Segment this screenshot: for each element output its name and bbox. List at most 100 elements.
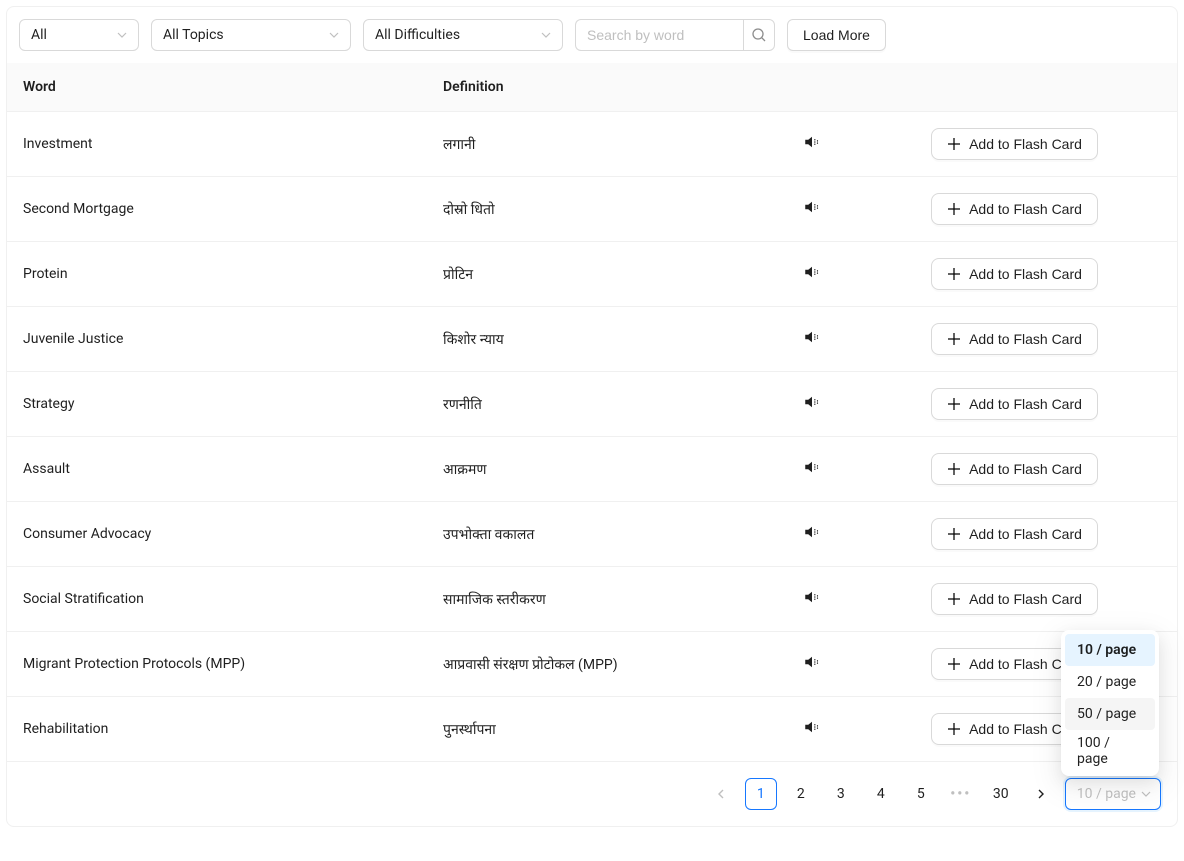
- cell-definition: किशोर न्याय: [427, 307, 772, 372]
- speaker-icon[interactable]: [803, 653, 821, 671]
- cell-definition: प्रोटिन: [427, 242, 772, 307]
- cell-definition: लगानी: [427, 112, 772, 177]
- filter-topic-value: All Topics: [163, 27, 224, 43]
- add-flashcard-label: Add to Flash Card: [969, 396, 1082, 412]
- add-flashcard-label: Add to Flash Card: [969, 461, 1082, 477]
- pagination-page[interactable]: 1: [745, 778, 777, 810]
- chevron-down-icon: [328, 29, 340, 41]
- speaker-icon[interactable]: [803, 588, 821, 606]
- speaker-icon[interactable]: [803, 523, 821, 541]
- page-size-value: 10 / page: [1077, 786, 1136, 802]
- table-row: Proteinप्रोटिन Add to Flash Card: [7, 242, 1177, 307]
- pagination-next[interactable]: [1025, 778, 1057, 810]
- search-icon: [751, 27, 767, 43]
- plus-icon: [947, 592, 961, 606]
- chevron-left-icon: [715, 788, 727, 800]
- add-flashcard-button[interactable]: Add to Flash Card: [931, 258, 1098, 290]
- chevron-down-icon: [1140, 788, 1152, 800]
- cell-word: Protein: [7, 242, 427, 307]
- filter-difficulty-select[interactable]: All Difficulties: [363, 19, 563, 51]
- page-size-option[interactable]: 50 / page: [1065, 698, 1155, 730]
- cell-definition: दोस्रो धितो: [427, 177, 772, 242]
- speaker-icon[interactable]: [803, 458, 821, 476]
- table-row: Second Mortgageदोस्रो धितो Add to Flash C…: [7, 177, 1177, 242]
- table-row: Rehabilitationपुनर्स्थापनाAdd to Flash C…: [7, 697, 1177, 762]
- pagination-page[interactable]: 3: [825, 778, 857, 810]
- speaker-icon[interactable]: [803, 718, 821, 736]
- pagination-ellipsis[interactable]: •••: [945, 778, 977, 810]
- table-row: Migrant Protection Protocols (MPP)आप्रवा…: [7, 632, 1177, 697]
- speaker-icon[interactable]: [803, 263, 821, 281]
- add-flashcard-button[interactable]: Add to Flash Card: [931, 518, 1098, 550]
- cell-word: Assault: [7, 437, 427, 502]
- search-group: [575, 19, 775, 51]
- page-size-option[interactable]: 100 / page: [1065, 730, 1155, 772]
- add-flashcard-label: Add to Flash Card: [969, 136, 1082, 152]
- plus-icon: [947, 527, 961, 541]
- table-row: Investmentलगानी Add to Flash Card: [7, 112, 1177, 177]
- add-flashcard-button[interactable]: Add to Flash Card: [931, 323, 1098, 355]
- column-header-word: Word: [7, 63, 427, 112]
- cell-word: Rehabilitation: [7, 697, 427, 762]
- cell-definition: आक्रमण: [427, 437, 772, 502]
- table-row: Juvenile Justiceकिशोर न्याय Add to Flash …: [7, 307, 1177, 372]
- add-flashcard-button[interactable]: Add to Flash Card: [931, 388, 1098, 420]
- plus-icon: [947, 462, 961, 476]
- cell-definition: आप्रवासी संरक्षण प्रोटोकल (MPP): [427, 632, 772, 697]
- add-flashcard-label: Add to Flash Card: [969, 526, 1082, 542]
- chevron-right-icon: [1035, 788, 1047, 800]
- toolbar: All All Topics All Difficulties: [7, 7, 1177, 63]
- add-flashcard-label: Add to Flash Card: [969, 266, 1082, 282]
- filter-difficulty-value: All Difficulties: [375, 27, 460, 43]
- column-header-action: [852, 63, 1177, 112]
- plus-icon: [947, 137, 961, 151]
- vocab-table: Word Definition InvestmentलगानीAdd to Fl…: [7, 63, 1177, 762]
- add-flashcard-label: Add to Flash Card: [969, 591, 1082, 607]
- filter-category-value: All: [31, 27, 47, 43]
- search-button[interactable]: [743, 19, 775, 51]
- plus-icon: [947, 202, 961, 216]
- cell-definition: रणनीति: [427, 372, 772, 437]
- cell-word: Juvenile Justice: [7, 307, 427, 372]
- cell-word: Investment: [7, 112, 427, 177]
- column-header-audio: [772, 63, 852, 112]
- table-row: Social Stratificationसामाजिक स्तरीकरणAdd…: [7, 567, 1177, 632]
- add-flashcard-button[interactable]: Add to Flash Card: [931, 453, 1098, 485]
- table-row: Consumer Advocacyउपभोक्ता वकालतAdd to Fl…: [7, 502, 1177, 567]
- page-size-option[interactable]: 20 / page: [1065, 666, 1155, 698]
- filter-topic-select[interactable]: All Topics: [151, 19, 351, 51]
- cell-word: Migrant Protection Protocols (MPP): [7, 632, 427, 697]
- page-size-dropdown: 10 / page20 / page50 / page100 / page: [1061, 630, 1159, 776]
- speaker-icon[interactable]: [803, 393, 821, 411]
- add-flashcard-label: Add to Flash Card: [969, 201, 1082, 217]
- plus-icon: [947, 267, 961, 281]
- add-flashcard-button[interactable]: Add to Flash Card: [931, 583, 1098, 615]
- speaker-icon[interactable]: [803, 198, 821, 216]
- pagination: 12345 ••• 30 10 / page: [7, 762, 1177, 826]
- add-flashcard-button[interactable]: Add to Flash Card: [931, 193, 1098, 225]
- add-flashcard-button[interactable]: Add to Flash Card: [931, 128, 1098, 160]
- main-panel: All All Topics All Difficulties: [6, 6, 1178, 827]
- load-more-button[interactable]: Load More: [787, 19, 886, 51]
- pagination-page[interactable]: 5: [905, 778, 937, 810]
- page-size-option[interactable]: 10 / page: [1065, 634, 1155, 666]
- cell-word: Second Mortgage: [7, 177, 427, 242]
- speaker-icon[interactable]: [803, 328, 821, 346]
- page-size-select[interactable]: 10 / page: [1065, 778, 1161, 810]
- plus-icon: [947, 722, 961, 736]
- table-row: Strategyरणनीति Add to Flash Card: [7, 372, 1177, 437]
- pagination-last[interactable]: 30: [985, 778, 1017, 810]
- chevron-down-icon: [540, 29, 552, 41]
- cell-word: Strategy: [7, 372, 427, 437]
- search-input[interactable]: [575, 19, 743, 51]
- speaker-icon[interactable]: [803, 133, 821, 151]
- cell-definition: सामाजिक स्तरीकरण: [427, 567, 772, 632]
- cell-definition: पुनर्स्थापना: [427, 697, 772, 762]
- pagination-prev[interactable]: [705, 778, 737, 810]
- table-row: Assaultआक्रमण Add to Flash Card: [7, 437, 1177, 502]
- plus-icon: [947, 397, 961, 411]
- plus-icon: [947, 657, 961, 671]
- pagination-page[interactable]: 2: [785, 778, 817, 810]
- pagination-page[interactable]: 4: [865, 778, 897, 810]
- filter-category-select[interactable]: All: [19, 19, 139, 51]
